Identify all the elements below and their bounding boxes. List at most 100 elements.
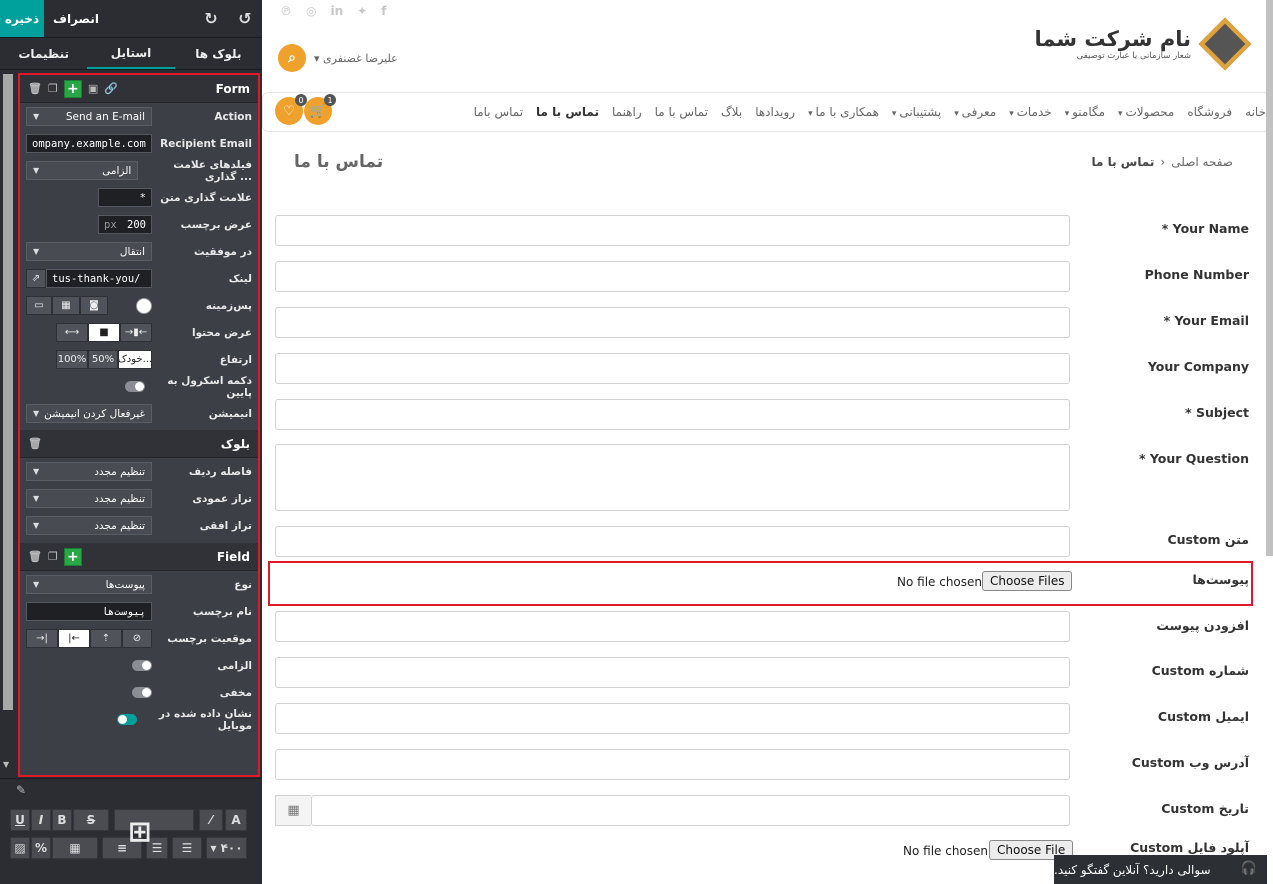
brush-icon[interactable]: ⁄ [199, 809, 223, 831]
nav-item[interactable]: فروشگاه [1187, 105, 1232, 119]
recipient-email-input[interactable]: ompany.example.com [26, 134, 152, 153]
strike-icon[interactable]: S [73, 809, 109, 831]
nav-item[interactable]: محصولات [1118, 105, 1174, 119]
image-icon[interactable]: ▨ [10, 837, 30, 859]
nav-item[interactable]: راهنما [612, 105, 642, 119]
nav-item[interactable]: خانه [1245, 105, 1266, 119]
link-icon[interactable]: % [31, 837, 51, 859]
nav-item[interactable]: بلاگ [721, 105, 742, 119]
calendar-icon[interactable]: ▦ [275, 795, 311, 826]
undo-icon[interactable]: ↺ [228, 0, 262, 37]
width-small-icon[interactable]: →▮← [120, 323, 152, 342]
row-spacing-select[interactable]: ▼ تنظیم مجدد [26, 462, 152, 481]
label-width-input[interactable]: px 200 [98, 215, 152, 234]
redo-icon[interactable]: ↻ [194, 0, 228, 37]
hidden-toggle[interactable] [132, 687, 152, 698]
name-input[interactable] [275, 215, 1070, 246]
action-select[interactable]: ▼ Send an E-mail [26, 107, 152, 126]
required-toggle[interactable] [132, 660, 152, 671]
trash-icon[interactable]: 🗑 [28, 550, 42, 563]
label-right-icon[interactable]: →| [26, 629, 58, 648]
link-icon[interactable]: 🔗 [104, 82, 118, 95]
custom-date-input[interactable] [311, 795, 1070, 826]
marked-fields-select[interactable]: ▼ الزامی [26, 161, 139, 180]
height-50-option[interactable]: 50% [88, 350, 118, 369]
nav-item[interactable]: تماس با ما [655, 105, 708, 119]
phone-input[interactable] [275, 261, 1070, 292]
live-chat-button[interactable]: 🎧 سوالی دارید؟ آنلاین گفتگو کنید. [1054, 855, 1267, 884]
instagram-icon[interactable]: ◎ [306, 4, 316, 18]
tab-settings[interactable]: تنظیمات [0, 38, 87, 69]
nav-item[interactable]: پشتیبانی [892, 105, 941, 119]
nav-item[interactable]: تماس با ما [536, 105, 599, 119]
breadcrumb-home[interactable]: صفحه اصلی [1171, 155, 1233, 169]
horizontal-align-select[interactable]: ▼ تنظیم مجدد [26, 516, 152, 535]
list-icon[interactable]: ☰ [172, 837, 202, 859]
nav-item[interactable]: همکاری با ما [808, 105, 878, 119]
width-container-icon[interactable]: ■ [88, 323, 120, 342]
custom-url-input[interactable] [275, 749, 1070, 780]
eraser-icon[interactable]: ✎ [16, 783, 26, 797]
linkedin-icon[interactable]: in [330, 4, 343, 18]
pinterest-icon[interactable]: ℗ [280, 4, 292, 18]
field-type-select[interactable]: ▼ پیوست‌ها [26, 575, 152, 594]
question-textarea[interactable] [275, 444, 1070, 511]
scroll-down-icon[interactable]: ▼ [3, 760, 9, 769]
cart-button[interactable]: 🛒 1 [304, 94, 336, 125]
bg-image-icon[interactable]: ▭ [26, 296, 52, 315]
label-top-icon[interactable]: ⇡ [90, 629, 122, 648]
add-field-button[interactable]: + [63, 79, 82, 98]
shown-mobile-toggle[interactable] [116, 714, 137, 725]
scrollbar[interactable] [3, 74, 13, 710]
bg-camera-icon[interactable]: ◙ [80, 296, 108, 315]
page-scrollbar[interactable] [1266, 0, 1273, 556]
save-icon[interactable]: ▣ [88, 82, 98, 95]
nav-item[interactable]: رویدادها [755, 105, 795, 119]
custom-text-input[interactable] [275, 526, 1070, 557]
label-hidden-icon[interactable]: ⊘ [122, 629, 152, 648]
trash-icon[interactable]: 🗑 [28, 437, 42, 450]
table-icon[interactable]: ▦ [52, 837, 98, 859]
height-auto-option[interactable]: خودک... [118, 350, 152, 369]
font-color-icon[interactable]: A [225, 809, 247, 831]
duplicate-icon[interactable]: ❐ [48, 550, 58, 563]
add-attachment-input[interactable] [275, 611, 1070, 642]
company-logo[interactable]: نام شرکت شما شعار سازمانی یا عبارت توصیف… [1034, 17, 1252, 71]
nav-item[interactable]: خدمات [1009, 105, 1052, 119]
duplicate-icon[interactable]: ❐ [48, 82, 58, 95]
height-100-option[interactable]: 100% [56, 350, 88, 369]
font-size-select[interactable]: ▼ ۴۰۰ [206, 837, 247, 859]
custom-email-input[interactable] [275, 703, 1070, 734]
mark-text-input[interactable]: * [98, 188, 152, 207]
twitter-icon[interactable]: ✦ [357, 4, 367, 18]
scroll-button-toggle[interactable] [124, 381, 145, 392]
nav-item[interactable]: معرفی [954, 105, 997, 119]
facebook-icon[interactable]: f [381, 4, 386, 18]
user-menu[interactable]: ▾ علیرضا غضنفری [314, 52, 398, 65]
link-input[interactable]: tus-thank-you/ [46, 269, 152, 288]
animation-select[interactable]: ▼ غیرفعال کردن انیمیشن [26, 404, 152, 423]
external-link-icon[interactable]: ⇗ [26, 269, 46, 288]
nav-item[interactable]: مگامنو [1065, 105, 1105, 119]
trash-icon[interactable]: 🗑 [28, 82, 42, 95]
add-field-button[interactable]: + [63, 547, 82, 566]
choose-files-button[interactable]: Choose Files [982, 571, 1073, 591]
bold-icon[interactable]: B [52, 809, 72, 831]
width-full-icon[interactable]: ⟷ [56, 323, 88, 342]
label-name-input[interactable]: پیوست‌ها [26, 602, 152, 621]
on-success-select[interactable]: ▼ انتقال [26, 242, 152, 261]
search-button[interactable]: ⌕ [278, 44, 306, 72]
tab-style[interactable]: استایل [87, 38, 175, 69]
discard-button[interactable]: انصراف [44, 0, 108, 37]
company-input[interactable] [275, 353, 1070, 384]
custom-number-input[interactable] [275, 657, 1070, 688]
tab-blocks[interactable]: بلوک ها [175, 38, 262, 69]
save-button[interactable]: ذخیره [0, 0, 44, 37]
nav-item[interactable]: تماس باما [474, 105, 523, 119]
bg-video-icon[interactable]: ▦ [52, 296, 80, 315]
email-input[interactable] [275, 307, 1070, 338]
underline-icon[interactable]: U [10, 809, 30, 831]
wishlist-button[interactable]: ♡ 0 [275, 94, 307, 125]
subject-input[interactable] [275, 399, 1070, 430]
label-left-icon[interactable]: |← [58, 629, 90, 648]
